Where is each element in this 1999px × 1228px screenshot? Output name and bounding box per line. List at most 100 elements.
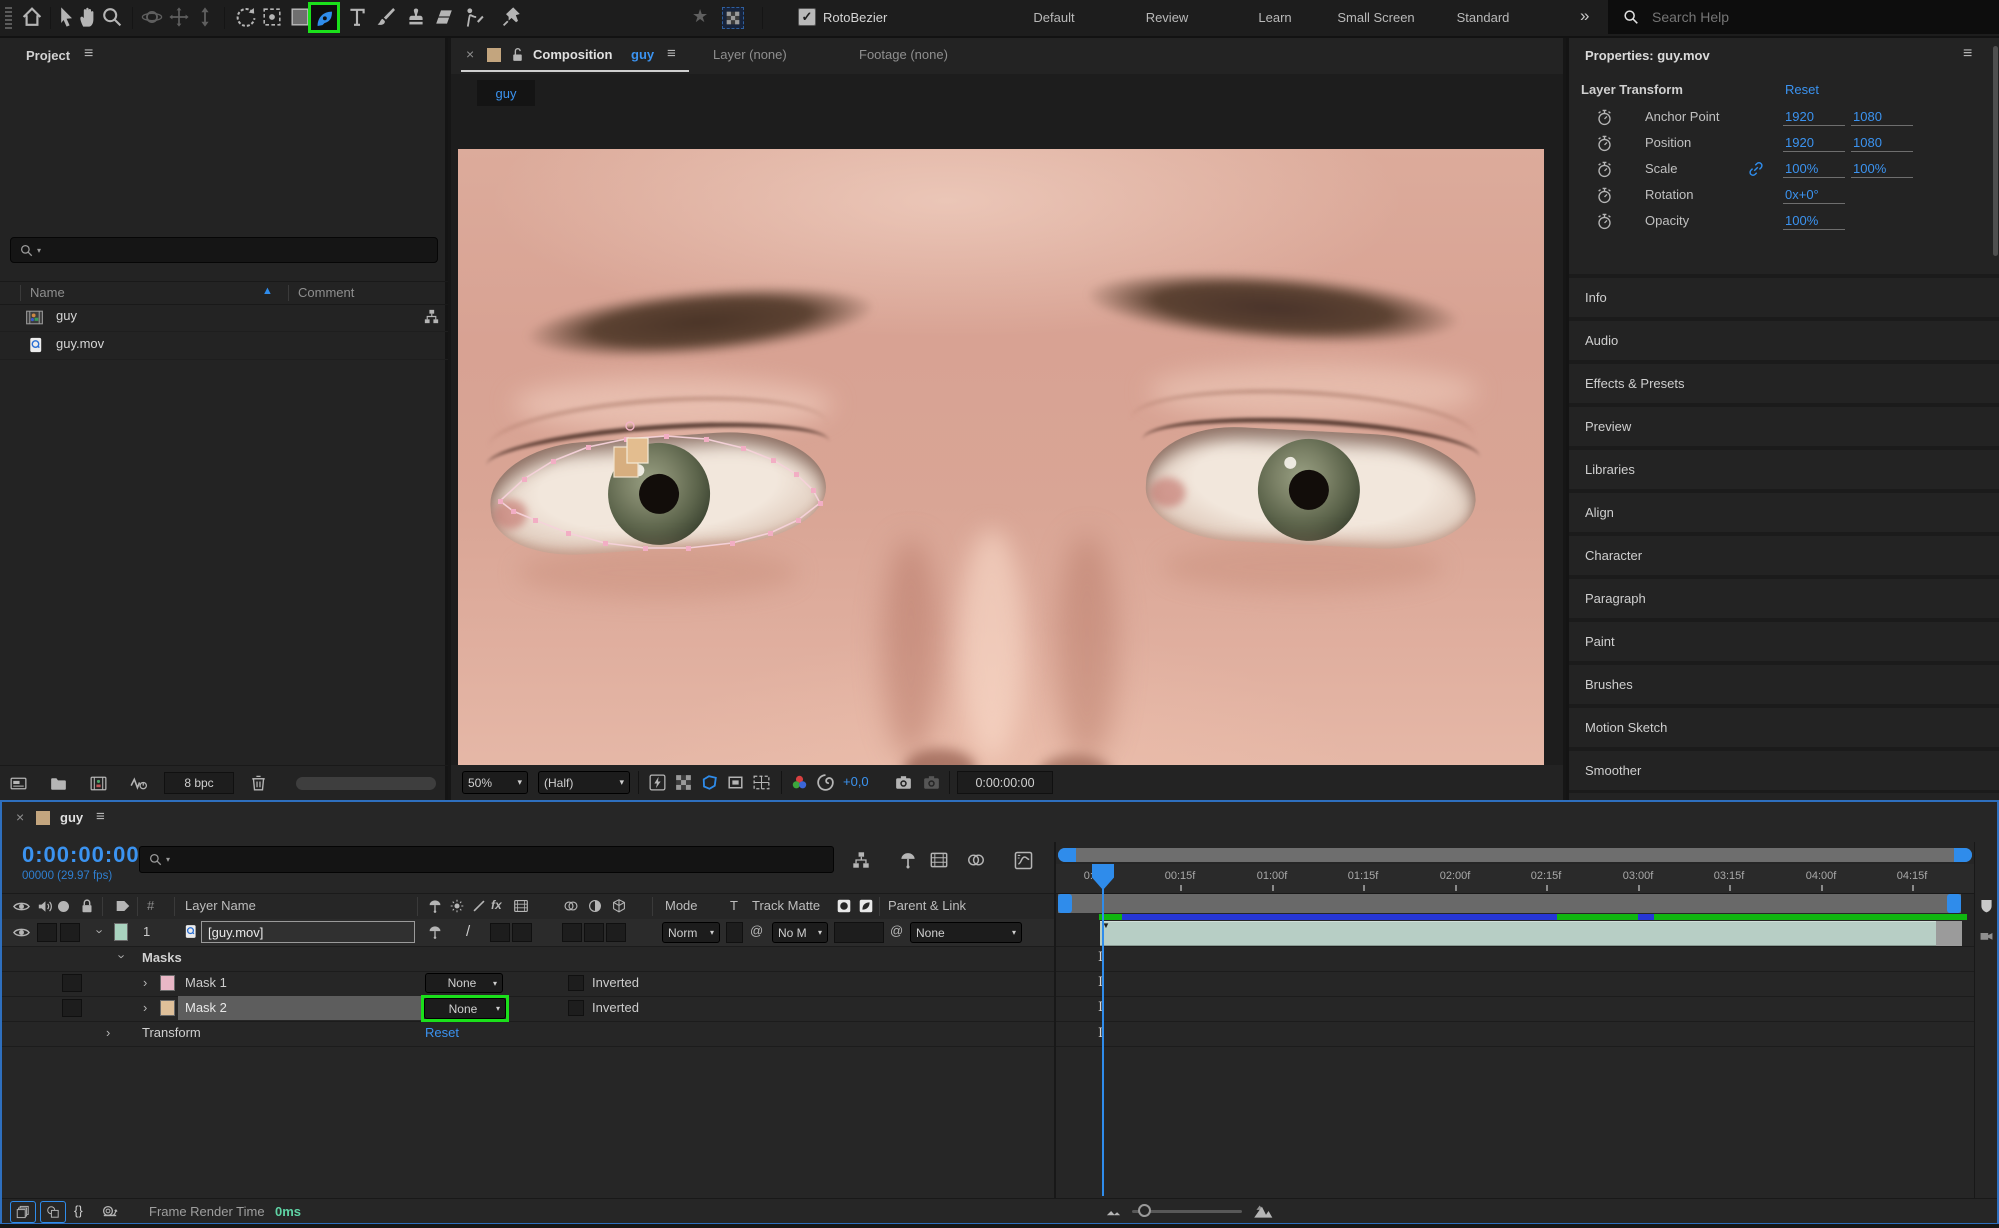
layer-search[interactable]: ▾ — [139, 846, 834, 873]
region-of-interest-icon[interactable] — [725, 772, 746, 793]
layer-frame-blend-toggle[interactable] — [562, 923, 582, 942]
eraser-tool[interactable] — [432, 5, 456, 29]
frame-blending-toggle-icon[interactable] — [928, 849, 950, 871]
camera-tool[interactable] — [260, 5, 284, 29]
project-search-input[interactable] — [44, 242, 408, 259]
toolbar-grip[interactable] — [5, 5, 12, 31]
timeline-tab-swatch[interactable] — [36, 811, 50, 825]
clone-stamp-tool[interactable] — [404, 5, 428, 29]
layer-visibility-eye-icon[interactable] — [12, 923, 31, 942]
masks-group-row[interactable]: › Masks — [2, 946, 1054, 972]
track-matte-column-label[interactable]: Track Matte — [752, 898, 820, 913]
timeline-zoom-knob[interactable] — [1138, 1204, 1151, 1217]
brush-tool[interactable] — [374, 5, 398, 29]
workspace-tab-small-screen[interactable]: Small Screen — [1337, 10, 1414, 25]
composition-tab-label[interactable]: Composition — [533, 47, 612, 62]
snail-icon[interactable] — [100, 1201, 120, 1221]
workspace-tab-learn[interactable]: Learn — [1258, 10, 1291, 25]
panel-tab-align[interactable]: Align — [1569, 493, 1999, 532]
workspace-overflow-chevron[interactable]: » — [1580, 6, 1589, 26]
work-area-end-handle[interactable] — [1947, 894, 1961, 913]
parent-link-column-label[interactable]: Parent & Link — [888, 898, 966, 913]
panel-tab-smoother[interactable]: Smoother — [1569, 751, 1999, 790]
orbit-camera-tool[interactable] — [140, 5, 164, 29]
mask-vertices[interactable] — [498, 434, 823, 551]
layer-name-column-label[interactable]: Layer Name — [185, 898, 256, 913]
time-ruler[interactable]: 0:00f 00:15f 01:00f 01:15f 02:00f 02:15f… — [1056, 864, 1974, 894]
expand-collapse-icon[interactable]: {} — [74, 1203, 83, 1218]
blend-mode-dropdown[interactable]: Norm ▾ — [662, 922, 720, 943]
rotobezier-checkbox[interactable]: ✓ — [798, 8, 816, 26]
transform-expand-chevron[interactable]: › — [106, 1025, 110, 1040]
rotation-tool[interactable] — [234, 5, 258, 29]
show-snapshot-icon[interactable] — [921, 772, 942, 793]
mask1-inverted-checkbox[interactable] — [568, 975, 584, 991]
navigator-end-handle[interactable] — [1954, 848, 1972, 862]
hand-tool[interactable] — [76, 5, 100, 29]
properties-menu-icon[interactable]: ≡ — [1963, 45, 1972, 63]
composition-tab-name[interactable]: guy — [631, 47, 654, 62]
column-name[interactable]: Name — [30, 285, 65, 300]
delete-icon[interactable] — [248, 772, 269, 793]
scale-x-value[interactable]: 100% — [1783, 161, 1845, 178]
new-composition-icon[interactable] — [88, 773, 109, 794]
pen-tool[interactable] — [313, 7, 336, 30]
column-comment[interactable]: Comment — [298, 285, 354, 300]
comp-marker-bin-icon[interactable] — [1978, 897, 1995, 915]
stopwatch-icon[interactable] — [1595, 108, 1614, 127]
mask-row-2[interactable]: › Mask 2 None ▾ Inverted — [2, 996, 1054, 1022]
parent-pickwhip-icon[interactable]: @ — [890, 923, 903, 938]
new-folder-icon[interactable] — [48, 773, 69, 794]
mask-row-1[interactable]: › Mask 1 None ▾ Inverted — [2, 971, 1054, 997]
preserve-transparency-toggle[interactable] — [726, 922, 743, 943]
help-search-input[interactable] — [1650, 8, 1954, 26]
pan-camera-tool[interactable] — [167, 5, 191, 29]
anchor-x-value[interactable]: 1920 — [1783, 109, 1845, 126]
grid-guides-icon[interactable] — [751, 772, 772, 793]
mask1-swatch[interactable] — [160, 975, 175, 991]
matte-pickwhip-icon[interactable]: @ — [750, 923, 763, 938]
transform-reset-link[interactable]: Reset — [425, 1025, 459, 1040]
track-matte-dropdown[interactable]: No M ▾ — [772, 922, 828, 943]
workspace-tab-review[interactable]: Review — [1146, 10, 1189, 25]
project-row-guy[interactable]: guy — [0, 303, 448, 332]
work-area-start-handle[interactable] — [1058, 894, 1072, 913]
comp-tab-swatch[interactable] — [487, 48, 501, 62]
panel-tab-motion-sketch[interactable]: Motion Sketch — [1569, 708, 1999, 747]
project-panel-menu-icon[interactable]: ≡ — [84, 45, 93, 63]
comp-camera-icon[interactable] — [1978, 927, 1995, 944]
mask2-name[interactable]: Mask 2 — [185, 1000, 227, 1015]
close-icon[interactable]: × — [16, 809, 24, 825]
matte-hidden-toggle[interactable] — [834, 922, 884, 943]
panel-tab-preview[interactable]: Preview — [1569, 407, 1999, 446]
footage-tab[interactable]: Footage (none) — [859, 47, 948, 62]
mask2-mode-dropdown[interactable]: None ▾ — [424, 998, 506, 1019]
time-navigator[interactable] — [1058, 848, 1972, 862]
panel-tab-paragraph[interactable]: Paragraph — [1569, 579, 1999, 618]
composition-mini-flowchart-icon[interactable] — [850, 849, 872, 871]
panel-tab-effects-presets[interactable]: Effects & Presets — [1569, 364, 1999, 403]
snapping-icon[interactable] — [722, 7, 744, 29]
view-tab-guy[interactable]: guy — [477, 80, 535, 106]
dolly-camera-tool[interactable] — [193, 5, 217, 29]
panel-tab-brushes[interactable]: Brushes — [1569, 665, 1999, 704]
panel-tab-audio[interactable]: Audio — [1569, 321, 1999, 360]
anchor-y-value[interactable]: 1080 — [1851, 109, 1913, 126]
stopwatch-icon[interactable] — [1595, 186, 1614, 205]
mask-expand-chevron[interactable]: › — [143, 1000, 147, 1015]
puppet-pin-tool[interactable] — [500, 5, 524, 29]
type-tool[interactable] — [345, 5, 369, 29]
layer-transform-section[interactable]: Layer Transform — [1581, 82, 1683, 97]
panel-tab-info[interactable]: Info — [1569, 278, 1999, 317]
mask-vertex-handle[interactable] — [626, 422, 634, 430]
motion-blur-toggle-icon[interactable] — [965, 849, 987, 871]
shy-toggle-icon[interactable] — [897, 849, 919, 871]
layer-row-1[interactable]: › 1 [guy.mov] / Norm ▾ @ No M ▾ — [2, 919, 1054, 947]
frame-blending-global-toggle[interactable] — [10, 1201, 36, 1223]
motion-blur-global-toggle[interactable] — [40, 1201, 66, 1223]
workspace-tab-standard[interactable]: Standard — [1457, 10, 1510, 25]
stopwatch-icon[interactable] — [1595, 134, 1614, 153]
home-tool[interactable] — [20, 5, 44, 29]
exposure-icon[interactable] — [815, 772, 836, 793]
fast-previews-icon[interactable] — [647, 772, 668, 793]
